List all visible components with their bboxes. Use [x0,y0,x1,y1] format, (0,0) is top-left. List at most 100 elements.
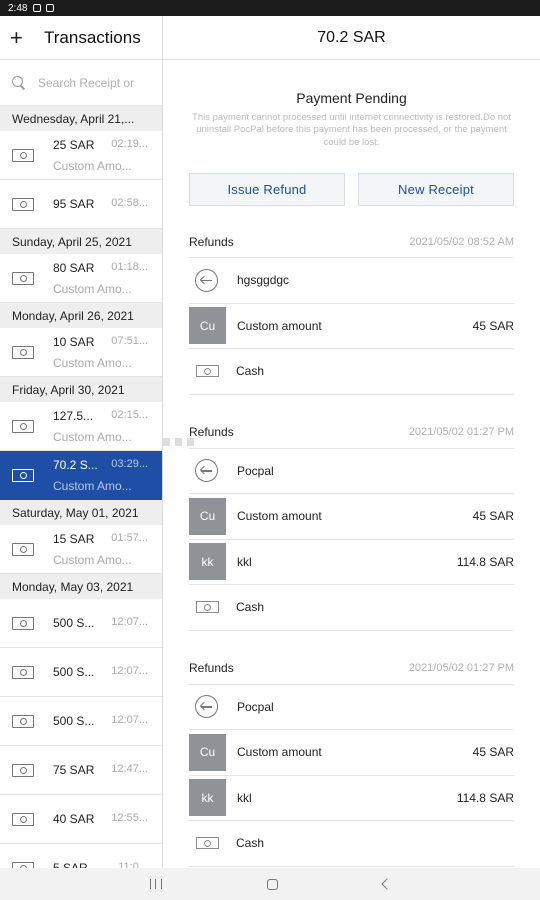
transaction-text: 500 S... 12:07... [53,665,148,679]
search-input[interactable] [38,75,148,90]
transaction-amount: 70.2 S... [53,457,98,472]
cash-icon [12,419,34,433]
transaction-text: 500 S... 12:07... [53,714,148,728]
refund-section: Refunds 2021/05/02 01:27 PM Pocpal Cu Custom… [189,653,514,867]
transaction-amount: 127.5... [53,408,94,423]
date-header: Friday, April 30, 2021 [0,377,162,402]
transaction-time: 02:15... [111,408,148,421]
transaction-top: 95 SAR 02:58... [53,197,148,211]
refund-note-row: Pocpal [189,449,514,495]
transaction-row[interactable]: 95 SAR 02:58... [0,180,162,229]
transaction-top: 10 SAR 07:51... [53,335,148,349]
transaction-row[interactable]: 75 SAR 12:47... [0,746,162,795]
cash-icon [12,148,34,162]
item-amount: 45 SAR [472,509,514,524]
transaction-subtitle: Custom Amo... [53,478,132,493]
transaction-row[interactable]: 10 SAR 07:51... Custom Amo... [0,328,162,377]
transaction-subtitle: Custom Amo... [53,281,132,296]
transaction-time: 02:19... [111,137,148,150]
item-amount: 114.8 SAR [456,790,514,805]
refund-note: Pocpal [237,699,274,714]
transaction-text: 80 SAR 01:18... Custom Amo... [53,261,148,296]
settings-icon [33,4,42,12]
cash-icon [12,616,34,630]
transaction-time: 12:07... [111,665,148,677]
transaction-row[interactable]: 500 S... 12:07... [0,697,162,746]
cash-icon [12,271,34,285]
cash-icon [12,665,34,679]
transaction-text: 95 SAR 02:58... [53,197,148,211]
item-name: Custom amount [237,745,322,760]
transaction-time: 12:55... [111,812,148,824]
back-icon[interactable] [380,878,393,890]
search-bar[interactable] [0,60,162,106]
transaction-text: 70.2 S... 03:29... Custom Amo... [53,458,148,493]
transaction-row[interactable]: 40 SAR 12:55... [0,795,162,844]
date-header: Wednesday, April 21,... [0,106,162,131]
transaction-time: 07:51... [111,334,148,347]
payment-method-row: Cash [189,585,514,631]
transaction-top: 127.5... 02:15... [53,409,148,423]
transaction-amount: 500 S... [53,665,95,679]
recents-icon[interactable] [149,879,162,889]
transaction-top: 25 SAR 02:19... [53,138,148,152]
transaction-row[interactable]: 5 SAR 11:0... [0,844,162,868]
transaction-amount: 5 SAR [53,861,88,868]
cash-icon [12,763,34,777]
item-avatar: kk [189,543,226,581]
transaction-text: 40 SAR 12:55... [53,812,148,826]
transaction-row[interactable]: 127.5... 02:15... Custom Amo... [0,402,162,451]
date-header: Sunday, April 25, 2021 [0,229,162,254]
payment-status-message: This payment cannot processed until inte… [192,112,511,148]
transaction-row[interactable]: 25 SAR 02:19... Custom Amo... [0,131,162,180]
refund-item-row: kk kkl 114.8 SAR [189,776,514,822]
action-buttons: Issue Refund New Receipt [189,173,540,207]
refund-item-row: Cu Custom amount 45 SAR [189,494,514,540]
transaction-time: 12:07... [111,616,148,628]
cash-icon [12,468,34,482]
transaction-top: 500 S... 12:07... [53,616,148,630]
status-bar: 2:48 [0,0,540,446]
transaction-top: 40 SAR 12:55... [53,812,148,826]
issue-refund-button[interactable]: Issue Refund [189,173,345,207]
refund-arrow-icon [195,268,218,292]
transaction-row[interactable]: 70.2 S... 03:29... Custom Amo... [0,451,162,500]
refund-date: 2021/05/02 08:52 AM [409,235,514,248]
transaction-time: 12:47... [111,763,148,775]
transaction-amount: 80 SAR [53,260,95,275]
payment-method: Cash [236,836,265,851]
cash-icon [12,345,34,359]
system-nav-bar [0,868,540,900]
transaction-time: 01:57... [111,531,148,544]
date-header: Monday, April 26, 2021 [0,303,162,328]
home-icon[interactable] [266,878,278,890]
refund-list: Refunds 2021/05/02 08:52 AM hgsggdgc Cu Cust… [163,226,540,867]
transaction-text: 127.5... 02:15... Custom Amo... [53,409,148,444]
transaction-text: 75 SAR 12:47... [53,763,148,777]
search-icon [12,75,26,90]
payment-status-title: Payment Pending [296,90,407,106]
item-name: Custom amount [237,509,322,524]
refund-label: Refunds [189,234,234,249]
transaction-time: 12:07... [111,714,148,726]
transaction-amount: 15 SAR [53,531,95,546]
new-receipt-button[interactable]: New Receipt [358,173,514,207]
item-name: Custom amount [237,318,322,333]
add-transaction-button[interactable]: + [10,26,30,49]
cash-icon [12,714,34,728]
transactions-title: Transactions [44,27,141,47]
transaction-row[interactable]: 500 S... 12:07... [0,648,162,697]
transaction-amount: 40 SAR [53,812,95,826]
transaction-amount: 95 SAR [53,197,95,211]
transaction-row[interactable]: 15 SAR 01:57... Custom Amo... [0,525,162,574]
cash-icon [12,197,34,211]
transaction-amount: 10 SAR [53,334,95,349]
transaction-row[interactable]: 500 S... 12:07... [0,599,162,648]
transaction-list[interactable]: Wednesday, April 21,... 25 SAR 02:19... Cus… [0,106,162,868]
transaction-time: 03:29... [111,457,148,470]
status-time: 2:48 [8,2,28,14]
transaction-time: 02:58... [111,197,148,209]
refund-note: hgsggdgc [237,273,290,288]
transaction-row[interactable]: 80 SAR 01:18... Custom Amo... [0,254,162,303]
transaction-amount: 500 S... [53,616,95,630]
